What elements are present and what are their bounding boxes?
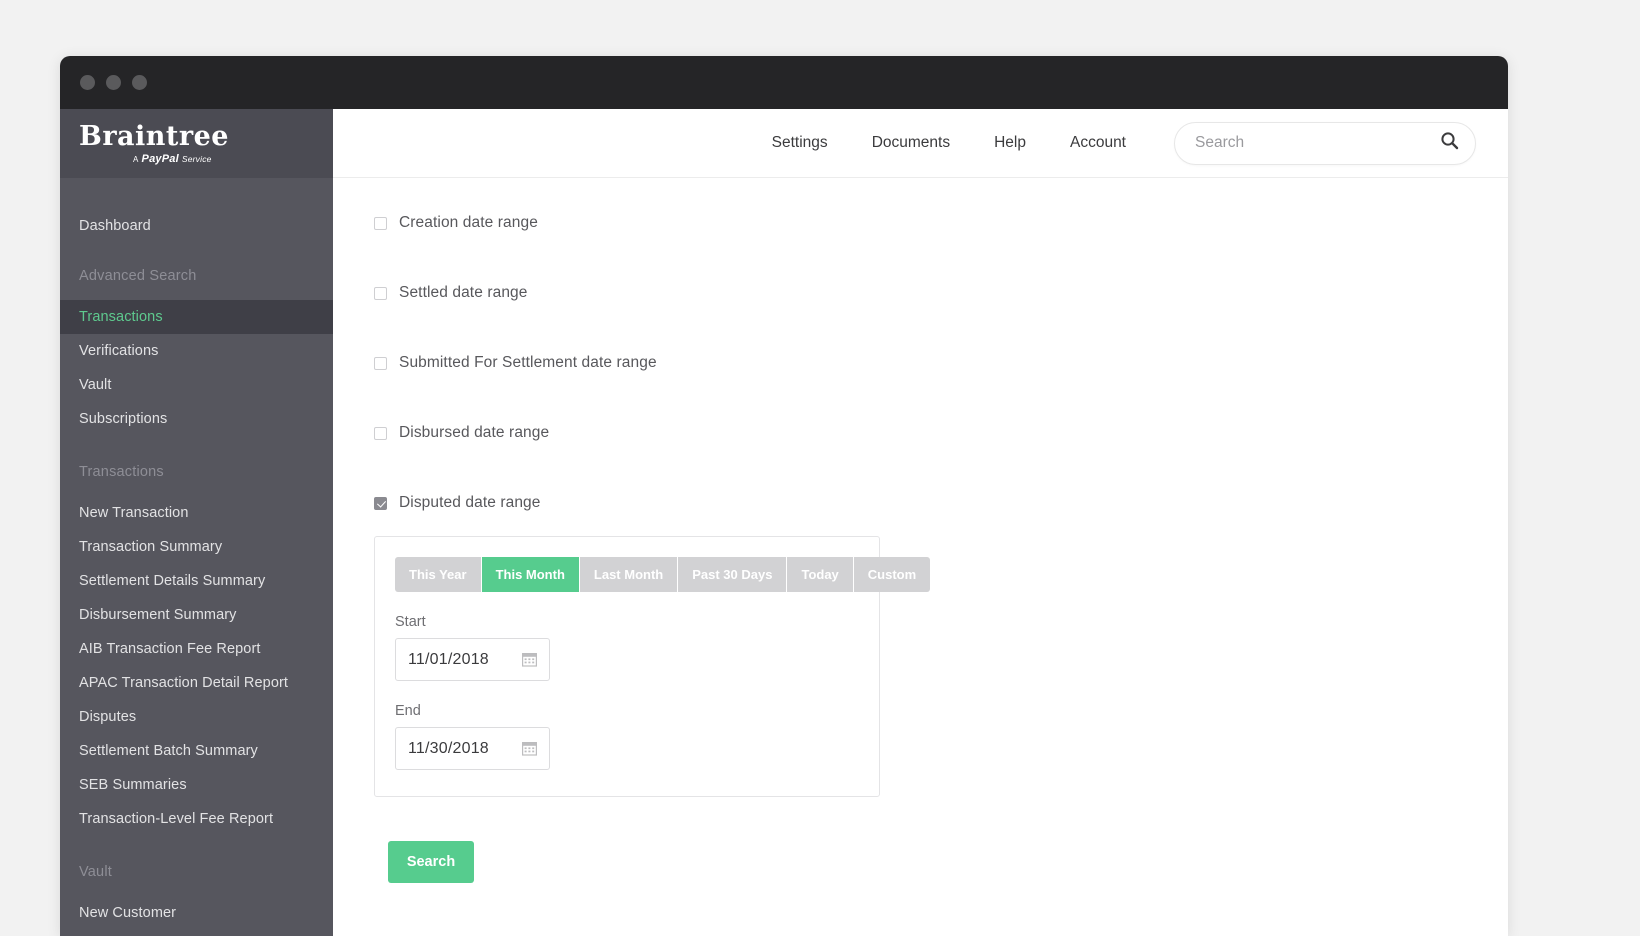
checkbox-submitted[interactable] [374,356,387,370]
sidebar-item-subscriptions[interactable]: Subscriptions [60,402,333,436]
sidebar-item-transaction-level-fee-report[interactable]: Transaction-Level Fee Report [60,802,333,836]
sidebar-item-aib-transaction-fee-report[interactable]: AIB Transaction Fee Report [60,632,333,666]
filter-label: Disputed date range [399,494,541,511]
end-date-input[interactable]: 11/30/2018 [395,727,550,770]
preset-tab-today[interactable]: Today [787,557,854,592]
end-date-label: End [395,703,421,719]
preset-tab-this-year[interactable]: This Year [395,557,482,592]
advanced-search-form: Creation date range Settled date range Sub… [333,178,1508,883]
checkbox-disputed[interactable] [374,496,387,510]
search-submit-button[interactable]: Search [388,841,474,883]
sidebar-item-settlement-details-summary[interactable]: Settlement Details Summary [60,564,333,598]
minimize-window-button[interactable] [106,75,121,90]
top-nav-account[interactable]: Account [1070,134,1126,152]
search-icon[interactable] [1440,131,1459,155]
brand-tagline: A PayPal Service [79,153,333,165]
window-body: Braintree A PayPal Service Dashboard Adva… [60,109,1508,936]
top-nav-help[interactable]: Help [994,134,1026,152]
calendar-glyph [522,653,537,667]
checkbox-disbursed[interactable] [374,426,387,440]
filter-label: Settled date range [399,284,528,301]
browser-window: Braintree A PayPal Service Dashboard Adva… [60,56,1508,936]
end-date-value: 11/30/2018 [408,739,489,757]
maximize-window-button[interactable] [132,75,147,90]
date-preset-tabs: This Year This Month Last Month Past 30 Day… [395,557,931,592]
brand-logo[interactable]: Braintree A PayPal Service [60,109,333,178]
calendar-icon[interactable] [522,652,537,667]
sidebar-section-header: Transactions [79,464,164,480]
top-nav-documents[interactable]: Documents [872,134,950,152]
start-date-value: 11/01/2018 [408,650,489,668]
calendar-glyph [522,742,537,756]
filter-label: Disbursed date range [399,424,550,441]
sidebar-item-disputes[interactable]: Disputes [60,700,333,734]
filter-row[interactable]: Creation date range [374,212,1508,234]
preset-tab-custom[interactable]: Custom [853,557,931,592]
close-window-button[interactable] [80,75,95,90]
sidebar-item-seb-summaries[interactable]: SEB Summaries [60,768,333,802]
start-date-input[interactable]: 11/01/2018 [395,638,550,681]
date-range-panel: This Year This Month Last Month Past 30 Day… [374,536,931,797]
sidebar-item-apac-transaction-detail-report[interactable]: APAC Transaction Detail Report [60,666,333,700]
filter-row[interactable]: Disbursed date range [374,422,1508,444]
filter-label: Submitted For Settlement date range [399,354,657,371]
sidebar-item-disbursement-summary[interactable]: Disbursement Summary [60,598,333,632]
sidebar-section-header: Vault [79,864,112,880]
sidebar-section-header: Advanced Search [79,268,197,284]
main-area: Settings Documents Help Account Creation da… [333,109,1508,936]
brand-tagline-paypal: PayPal [141,152,179,165]
sidebar: Braintree A PayPal Service Dashboard Adva… [60,109,333,936]
filter-row[interactable]: Settled date range [374,282,1508,304]
top-navigation: Settings Documents Help Account [333,109,1508,178]
filter-row[interactable]: Disputed date range [374,492,1508,514]
sidebar-item-settlement-batch-summary[interactable]: Settlement Batch Summary [60,734,333,768]
preset-tab-this-month[interactable]: This Month [481,557,580,592]
window-titlebar [60,56,1508,109]
sidebar-nav: Dashboard Advanced Search Transactions Veri… [60,178,333,930]
brand-name: Braintree [79,120,229,152]
brand-tagline-a: A [133,154,139,164]
preset-tab-last-month[interactable]: Last Month [579,557,679,592]
sidebar-item-dashboard[interactable]: Dashboard [60,208,333,244]
sidebar-item-new-transaction[interactable]: New Transaction [60,496,333,530]
global-search[interactable] [1174,121,1476,165]
sidebar-item-vault[interactable]: Vault [60,368,333,402]
preset-tab-past-30-days[interactable]: Past 30 Days [678,557,788,592]
sidebar-item-transaction-summary[interactable]: Transaction Summary [60,530,333,564]
calendar-icon[interactable] [522,741,537,756]
brand-tagline-service: Service [181,153,212,164]
checkbox-creation[interactable] [374,216,387,230]
search-input[interactable] [1195,134,1440,152]
sidebar-item-verifications[interactable]: Verifications [60,334,333,368]
filter-label: Creation date range [399,214,538,231]
top-nav-settings[interactable]: Settings [772,134,828,152]
filter-checkbox-list: Creation date range Settled date range Sub… [374,212,1508,883]
top-nav-links: Settings Documents Help Account [728,134,1126,152]
start-date-label: Start [395,614,426,630]
sidebar-item-transactions[interactable]: Transactions [60,300,333,334]
filter-row[interactable]: Submitted For Settlement date range [374,352,1508,374]
sidebar-item-new-customer[interactable]: New Customer [60,896,333,930]
checkbox-settled[interactable] [374,286,387,300]
